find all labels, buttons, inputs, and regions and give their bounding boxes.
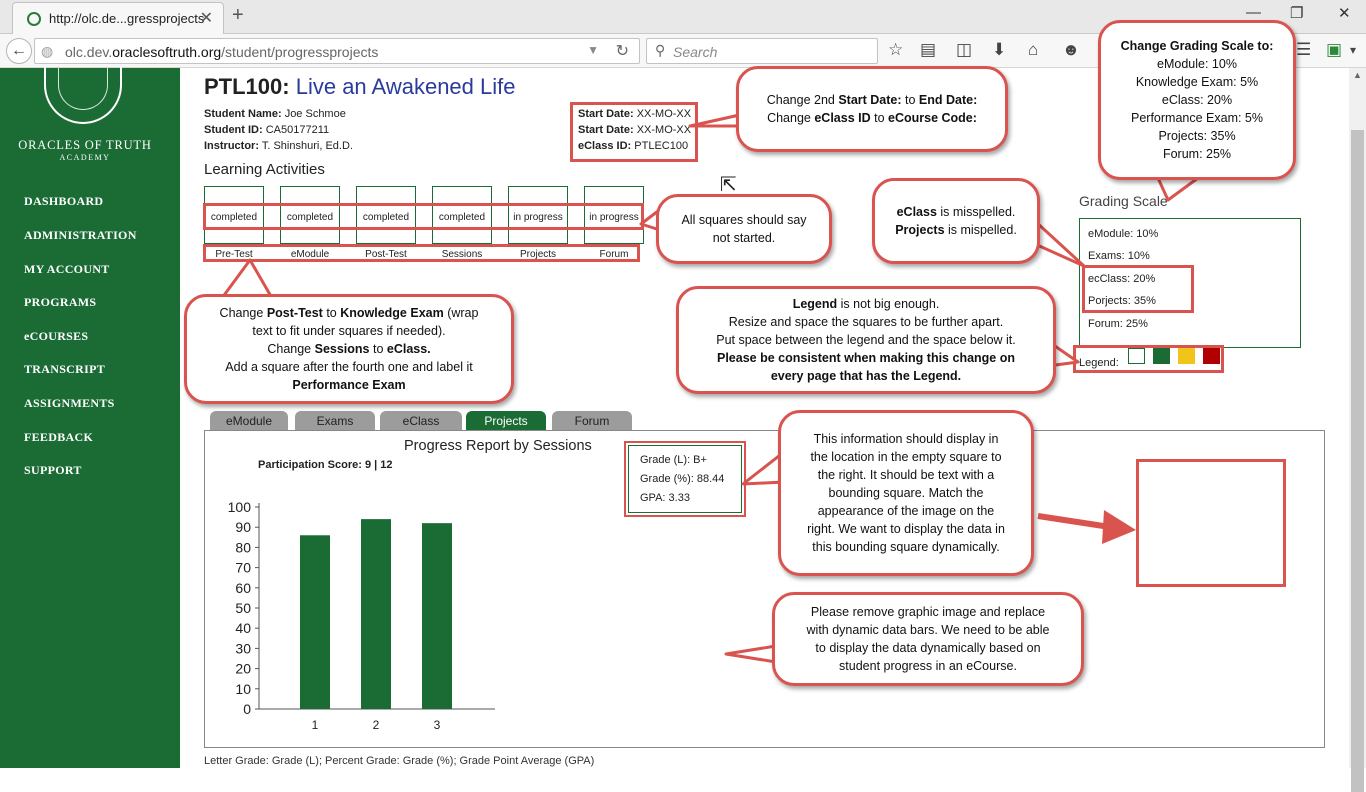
post-test-callout-tail (220, 258, 274, 300)
remove-graphic-callout-tail (724, 644, 778, 664)
callout-legend: Legend is not big enough. Resize and spa… (676, 286, 1056, 394)
callout-grading-scale: Change Grading Scale to: eModule: 10% Kn… (1098, 20, 1296, 180)
callout-misspelling: eClass is misspelled. Projects is mispel… (872, 178, 1040, 264)
grading-callout-tail (1156, 176, 1200, 202)
arrow-shaft (1037, 513, 1111, 530)
callout-info-display: This information should display in the l… (778, 410, 1034, 576)
callout-remove-graphic: Please remove graphic image and replace … (772, 592, 1084, 686)
callout-squares: All squares should say not started. (656, 194, 832, 264)
callout-dates: Change 2nd Start Date: to End Date: Chan… (736, 66, 1008, 152)
arrow-head-icon (1102, 510, 1136, 544)
callout-post-test: Change Post-Test to Knowledge Exam (wrap… (184, 294, 514, 404)
